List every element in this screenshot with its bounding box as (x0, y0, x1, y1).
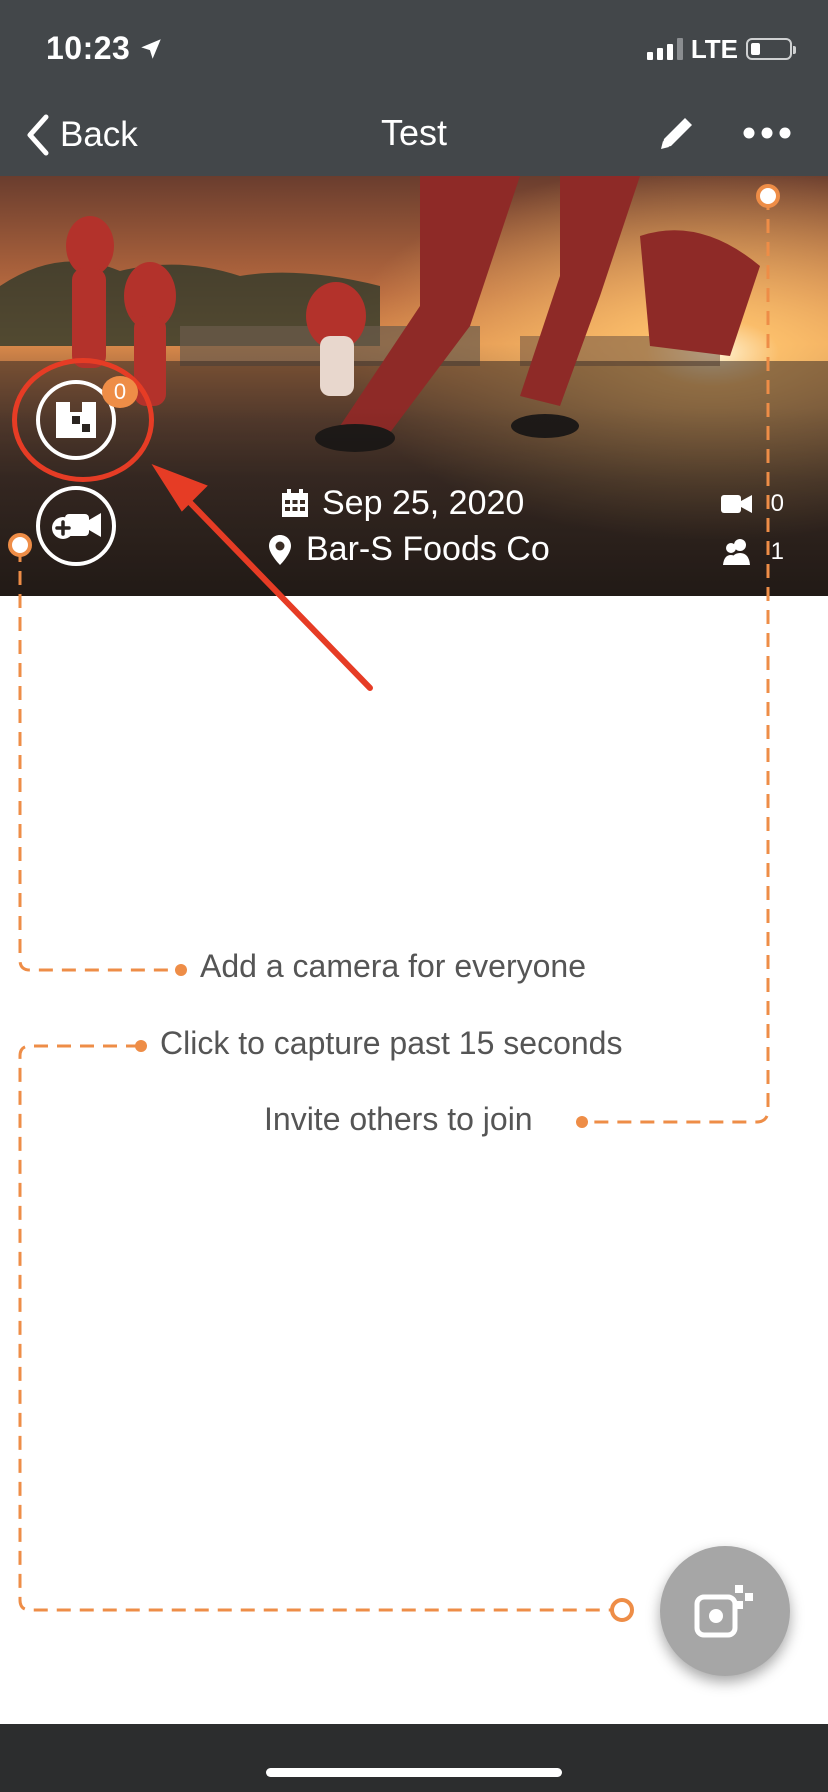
capture-count-badge: 0 (102, 376, 138, 408)
battery-icon (746, 38, 796, 60)
home-indicator[interactable] (266, 1768, 562, 1777)
tip-capture-past: Click to capture past 15 seconds (160, 1025, 623, 1061)
video-camera-icon (720, 495, 752, 513)
event-date: Sep 25, 2020 (280, 484, 524, 523)
signal-icon (646, 38, 683, 60)
camera-record-icon (694, 1585, 753, 1638)
status-bar: 10:23 LTE (0, 0, 828, 100)
tip-invite: Invite others to join (264, 1101, 533, 1137)
clip-capture-icon (56, 402, 96, 438)
home-indicator-bar (0, 1724, 828, 1792)
people-count-value: 1 (770, 538, 784, 565)
page-title: Test (380, 112, 448, 153)
tip-add-camera: Add a camera for everyone (200, 948, 586, 984)
people-icon (722, 539, 750, 565)
camera-fab-button[interactable] (660, 1546, 790, 1676)
status-indicators: LTE (646, 33, 796, 64)
map-pin-icon (269, 534, 291, 565)
more-icon[interactable] (742, 120, 792, 146)
camera-count: 0 (720, 490, 784, 518)
network-label: LTE (690, 33, 738, 64)
people-count: 1 (721, 538, 784, 566)
add-camera-button[interactable] (36, 486, 116, 566)
calendar-icon (282, 488, 308, 517)
event-date-text: Sep 25, 2020 (322, 484, 525, 522)
location-arrow-icon (141, 39, 161, 59)
event-location: Bar-S Foods Co (268, 530, 550, 569)
event-location-text: Bar-S Foods Co (306, 530, 550, 568)
status-time: 10:23 (46, 30, 131, 66)
add-camera-icon (52, 513, 101, 539)
camera-count-value: 0 (770, 490, 784, 517)
nav-bar: Back Test (0, 100, 828, 176)
pencil-icon[interactable] (654, 110, 700, 156)
